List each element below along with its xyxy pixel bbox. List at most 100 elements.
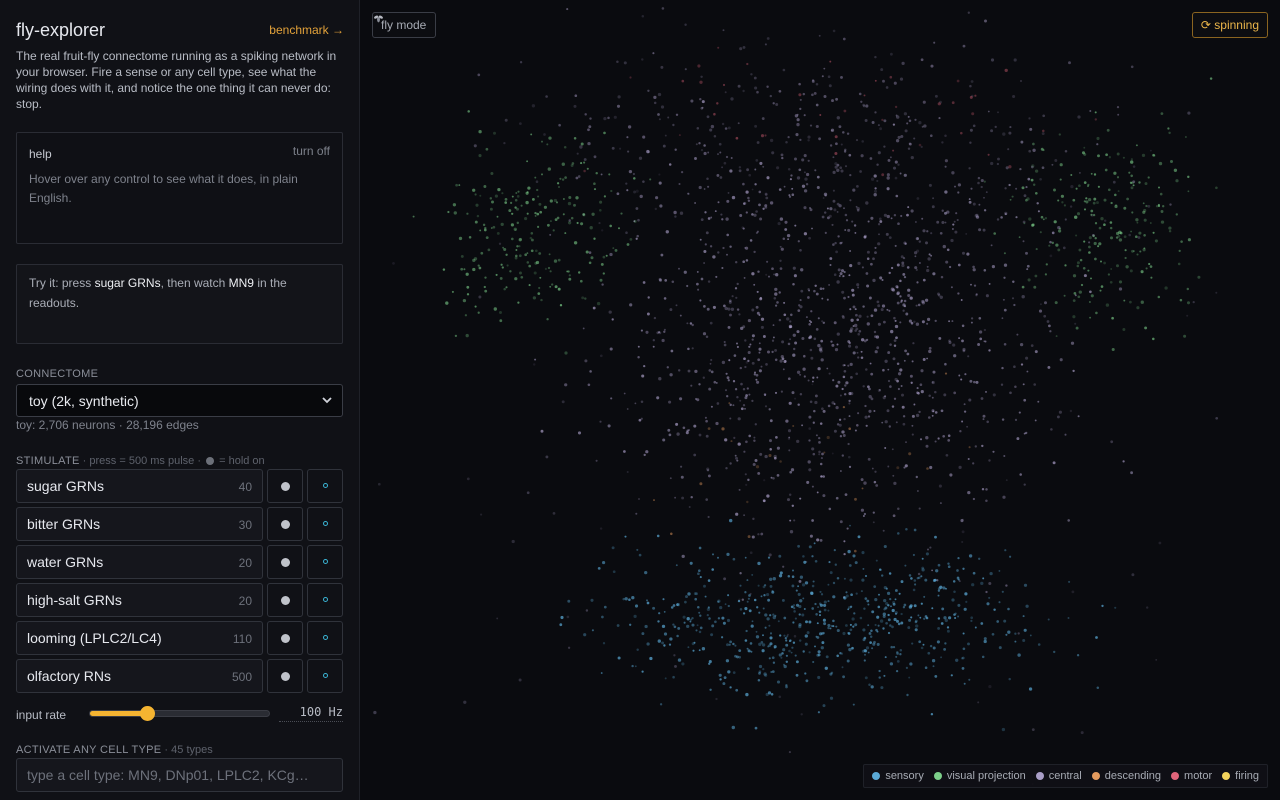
neuron-dot xyxy=(906,352,910,356)
neuron-dot xyxy=(791,193,795,196)
neuron-dot xyxy=(700,148,704,152)
neuron-dot xyxy=(757,358,761,362)
neuron-dot xyxy=(1057,199,1060,202)
neuron-dot xyxy=(535,180,539,183)
stimulus-pulse-button[interactable]: olfactory RNs 500 xyxy=(16,659,263,693)
connectome-select[interactable]: toy (2k, synthetic) xyxy=(16,384,343,417)
neuron-dot xyxy=(748,609,752,613)
input-rate-slider[interactable] xyxy=(89,706,270,721)
neuron-dot xyxy=(875,559,878,562)
neuron-dot xyxy=(893,397,897,400)
neuron-dot xyxy=(897,372,902,376)
stimulus-record-button[interactable] xyxy=(307,469,343,503)
neuron-dot xyxy=(583,158,587,161)
neuron-dot xyxy=(961,530,965,534)
neuron-dot xyxy=(614,248,618,252)
stimulus-hold-button[interactable] xyxy=(267,659,303,693)
stimulus-record-button[interactable] xyxy=(307,507,343,541)
stimulus-pulse-button[interactable]: bitter GRNs 30 xyxy=(16,507,263,541)
help-turn-off-button[interactable]: turn off xyxy=(293,144,330,158)
neuron-dot xyxy=(1083,274,1087,278)
neuron-dot xyxy=(563,146,567,149)
stimulus-pulse-button[interactable]: high-salt GRNs 20 xyxy=(16,583,263,617)
spinning-label: spinning xyxy=(1214,18,1259,32)
stimulus-record-button[interactable] xyxy=(307,583,343,617)
neuron-dot xyxy=(839,520,843,524)
neuron-dot xyxy=(1019,167,1022,171)
fly-mode-button[interactable]: fly mode xyxy=(372,12,437,38)
neuron-dot xyxy=(710,370,714,374)
stimulus-record-button[interactable] xyxy=(307,659,343,693)
stimulus-hold-button[interactable] xyxy=(267,583,303,617)
neuron-dot xyxy=(609,252,613,257)
neuron-dot xyxy=(919,383,923,387)
stimulus-record-button[interactable] xyxy=(307,545,343,579)
neuron-dot xyxy=(695,629,698,632)
neuron-dot xyxy=(796,118,800,122)
stimulus-record-button[interactable] xyxy=(307,621,343,655)
stimulus-hold-button[interactable] xyxy=(267,469,303,503)
neuron-dot xyxy=(778,291,781,294)
neuron-dot xyxy=(668,400,672,404)
neuron-dot xyxy=(547,167,551,171)
neuron-dot xyxy=(707,151,710,154)
neuron-dot xyxy=(747,649,751,653)
neuron-dot xyxy=(545,95,548,98)
neuron-dot xyxy=(860,478,864,482)
benchmark-link[interactable]: benchmark → xyxy=(269,23,344,37)
neuron-dot xyxy=(856,351,859,354)
neuron-dot xyxy=(855,327,859,331)
neuron-dot xyxy=(761,649,765,653)
spinning-toggle[interactable]: ⟳ spinning xyxy=(1191,12,1268,38)
neuron-dot xyxy=(589,117,592,120)
neuron-dot xyxy=(897,387,901,391)
neuron-dot xyxy=(903,359,906,362)
connectome-selected-value: toy (2k, synthetic) xyxy=(29,393,139,409)
neuron-dot xyxy=(787,437,791,441)
neuron-dot xyxy=(635,237,638,240)
cell-type-input[interactable] xyxy=(16,758,343,792)
neuron-dot xyxy=(836,423,840,426)
neuron-dot xyxy=(641,14,645,18)
neuron-dot xyxy=(854,429,857,432)
neuron-dot xyxy=(628,169,633,174)
neuron-dot xyxy=(991,265,995,269)
neuron-dot xyxy=(916,249,920,253)
neuron-dot xyxy=(1023,398,1027,402)
neuron-dot xyxy=(1037,210,1040,213)
stimulus-pulse-button[interactable]: sugar GRNs 40 xyxy=(16,469,263,503)
neuron-dot xyxy=(1015,187,1018,190)
neuron-dot xyxy=(878,593,880,596)
stimulus-hold-button[interactable] xyxy=(267,621,303,655)
neuron-dot xyxy=(796,439,800,444)
neuron-dot xyxy=(829,571,833,575)
input-rate-value[interactable]: 100 Hz xyxy=(279,705,343,722)
neuron-dot xyxy=(803,560,807,564)
stimulus-pulse-button[interactable]: looming (LPLC2/LC4) 110 xyxy=(16,621,263,655)
neuron-dot xyxy=(832,619,835,623)
neuron-dot xyxy=(1007,607,1010,611)
neuron-dot xyxy=(637,345,640,348)
neuron-dot xyxy=(1032,148,1036,152)
stimulus-pulse-button[interactable]: water GRNs 20 xyxy=(16,545,263,579)
neuron-dot xyxy=(1114,204,1118,209)
stimulus-hold-button[interactable] xyxy=(267,545,303,579)
neuron-dot xyxy=(849,578,853,582)
neuron-points xyxy=(373,7,1219,785)
neuron-dot xyxy=(847,442,850,446)
stimulus-hold-button[interactable] xyxy=(267,507,303,541)
neuron-dot xyxy=(549,233,552,236)
connectome-viewport[interactable]: fly mode ⟳ spinning sensory visual projec… xyxy=(361,0,1280,800)
neuron-dot xyxy=(791,187,794,190)
neuron-dot xyxy=(918,410,921,414)
neuron-cloud[interactable] xyxy=(361,0,1280,800)
neuron-dot xyxy=(805,620,808,624)
input-rate-thumb[interactable] xyxy=(140,706,156,721)
neuron-dot xyxy=(874,470,877,473)
neuron-dot xyxy=(835,406,839,410)
neuron-dot xyxy=(917,303,921,307)
neuron-dot xyxy=(518,678,522,682)
neuron-dot xyxy=(897,532,900,535)
neuron-dot xyxy=(954,230,958,234)
neuron-dot xyxy=(1007,630,1011,634)
